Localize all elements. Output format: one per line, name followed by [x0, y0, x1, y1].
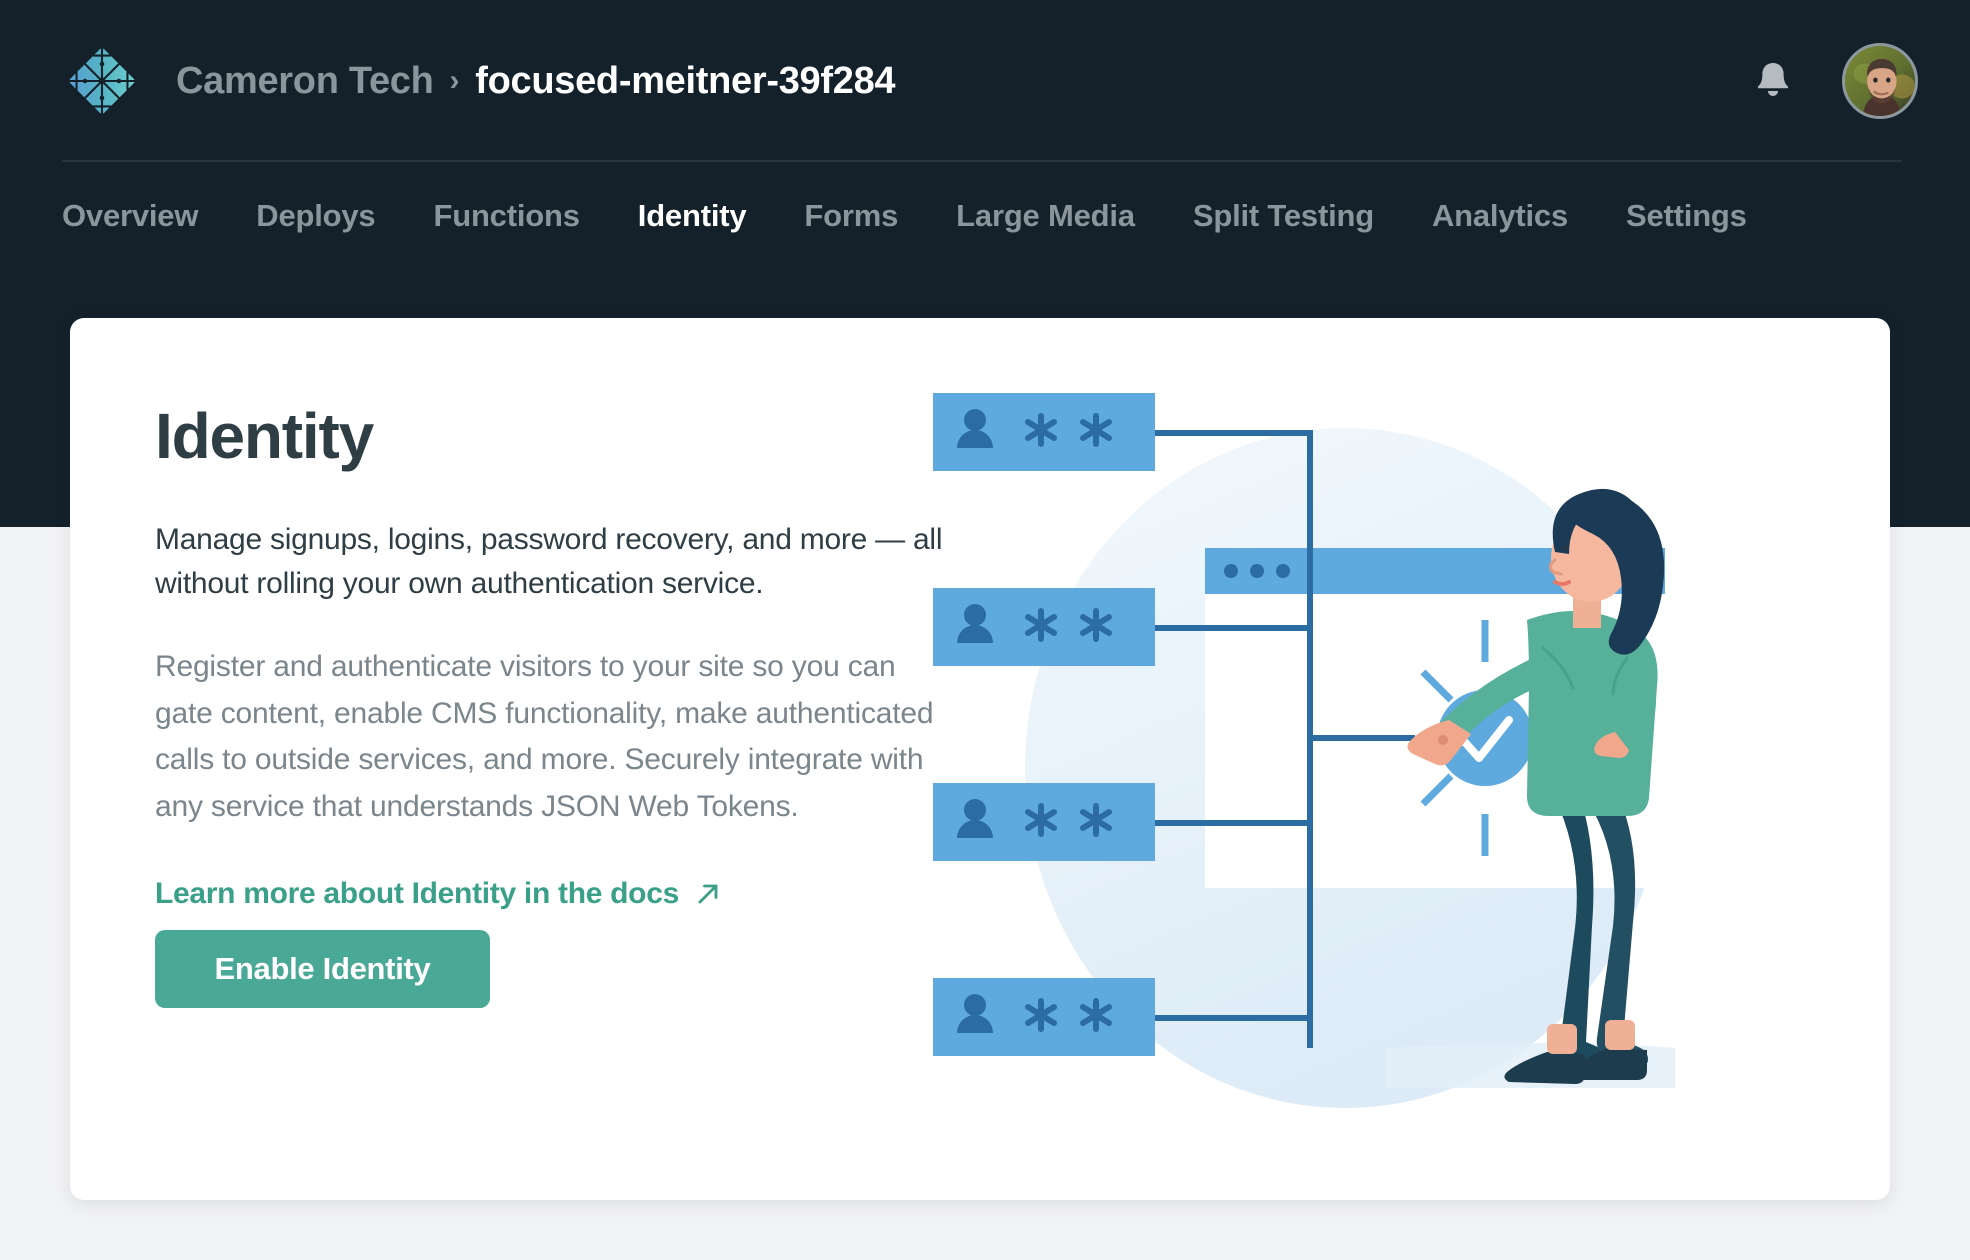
nav-item-functions[interactable]: Functions [433, 190, 580, 242]
bell-icon[interactable] [1756, 61, 1790, 101]
breadcrumb-org[interactable]: Cameron Tech [176, 60, 434, 103]
brand-breadcrumb-group: Cameron Tech › focused-meitner-39f284 [0, 41, 896, 121]
header-divider [62, 160, 1902, 162]
nav-item-overview[interactable]: Overview [62, 190, 198, 242]
app-root: Cameron Tech › focused-meitner-39f284 Ov… [0, 0, 1970, 1260]
netlify-diamond-logo-icon[interactable] [62, 41, 142, 121]
nav-item-large-media[interactable]: Large Media [956, 190, 1135, 242]
nav-item-settings[interactable]: Settings [1626, 190, 1747, 242]
identity-body-text: Register and authenticate visitors to yo… [155, 649, 934, 824]
enable-identity-button[interactable]: Enable Identity [155, 930, 490, 1008]
learn-more-docs-label: Learn more about Identity in the docs [155, 876, 679, 910]
top-bar: Cameron Tech › focused-meitner-39f284 [0, 0, 1970, 162]
external-link-arrow-icon [695, 881, 721, 907]
breadcrumb: Cameron Tech › focused-meitner-39f284 [176, 60, 896, 103]
breadcrumb-site[interactable]: focused-meitner-39f284 [475, 60, 895, 103]
identity-copy-block: Identity Manage signups, logins, passwor… [155, 400, 985, 911]
avatar[interactable] [1842, 43, 1918, 119]
nav-item-forms[interactable]: Forms [804, 190, 898, 242]
learn-more-docs-link[interactable]: Learn more about Identity in the docs [155, 877, 721, 911]
nav-item-identity[interactable]: Identity [638, 190, 747, 242]
identity-authentication-illustration [915, 348, 1795, 1168]
identity-lead-text: Manage signups, logins, password recover… [155, 523, 943, 600]
page-title: Identity [155, 400, 374, 472]
breadcrumb-separator-icon: › [449, 64, 460, 97]
nav-item-split-testing[interactable]: Split Testing [1193, 190, 1374, 242]
primary-nav: Overview Deploys Functions Identity Form… [62, 190, 1747, 242]
nav-item-analytics[interactable]: Analytics [1432, 190, 1568, 242]
nav-item-deploys[interactable]: Deploys [256, 190, 375, 242]
top-bar-actions [1756, 0, 1918, 162]
identity-panel-card: Identity Manage signups, logins, passwor… [70, 318, 1890, 1200]
